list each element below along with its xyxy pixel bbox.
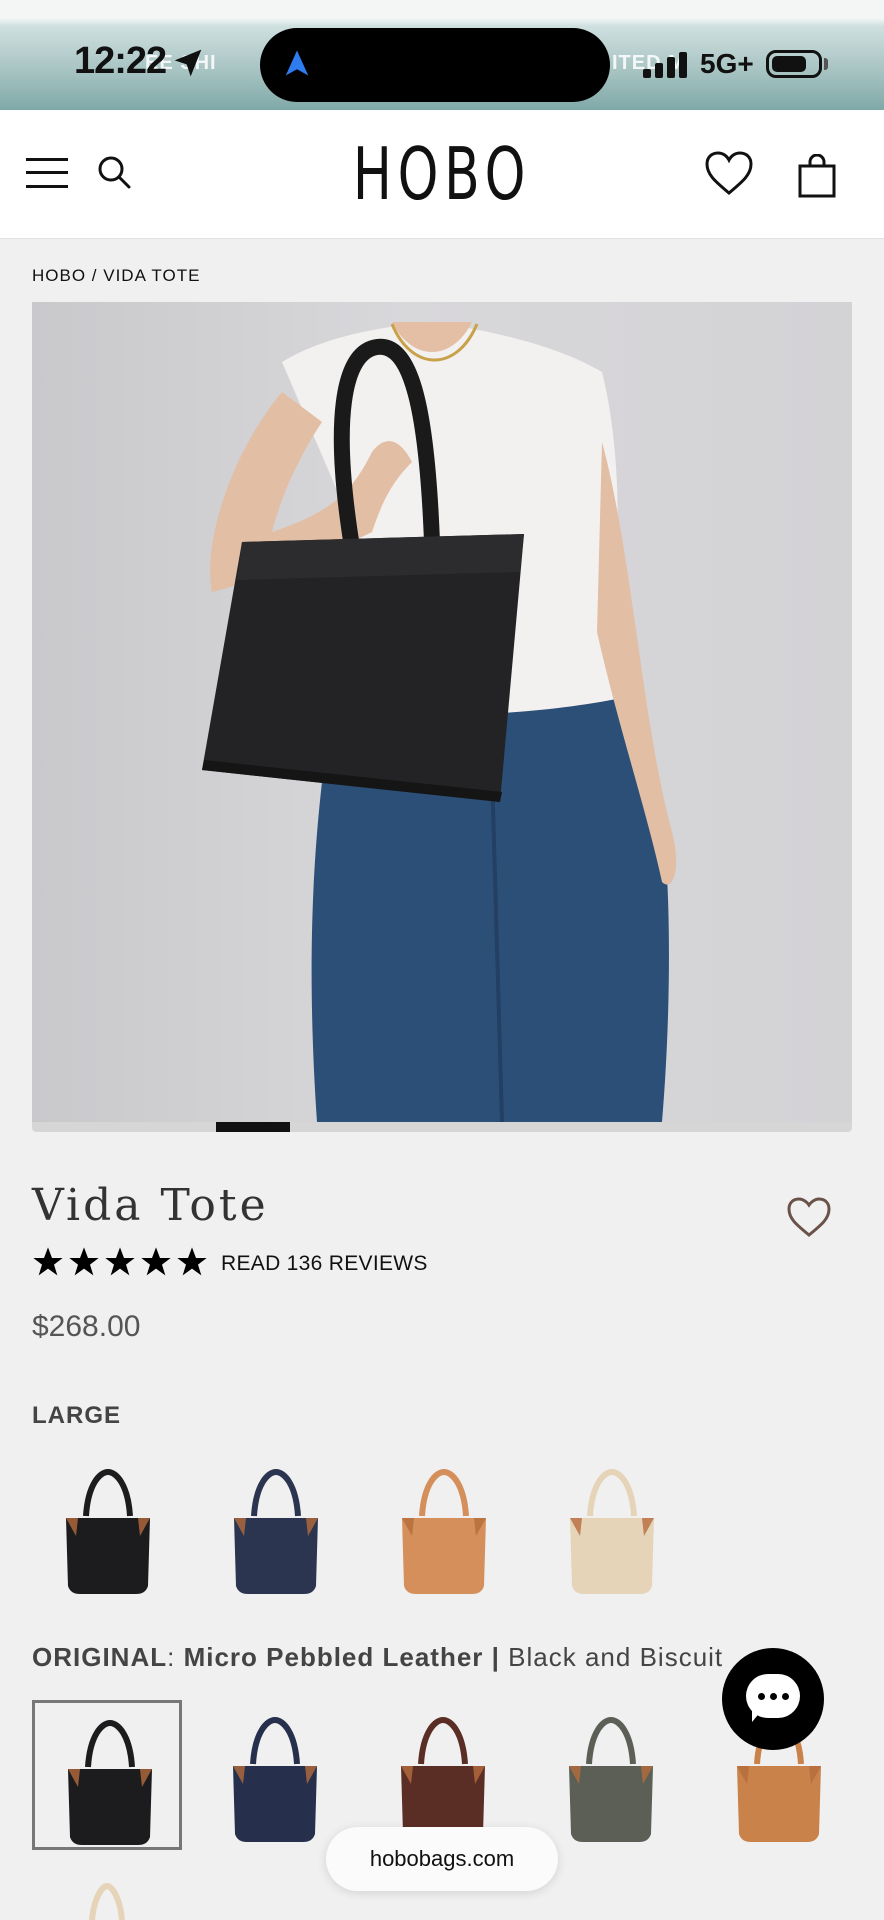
add-to-wishlist-heart-icon[interactable] xyxy=(786,1196,832,1238)
swatch-peek-cream[interactable] xyxy=(64,1882,150,1920)
battery-tip xyxy=(824,58,828,70)
product-title: Vida Tote xyxy=(32,1180,269,1231)
color-swatch-black[interactable] xyxy=(32,1700,182,1850)
material-separator: : xyxy=(167,1642,176,1672)
product-image[interactable] xyxy=(32,302,852,1122)
color-swatch-navy[interactable] xyxy=(200,1700,350,1850)
chat-button[interactable] xyxy=(722,1648,824,1750)
network-type: 5G+ xyxy=(700,48,754,79)
breadcrumb[interactable]: HOBO / VIDA TOTE xyxy=(32,266,200,286)
star-icon xyxy=(105,1247,135,1276)
star-icon xyxy=(141,1247,171,1276)
site-header: HOBO xyxy=(0,110,884,239)
color-swatch-olive[interactable] xyxy=(536,1700,686,1850)
rating-stars[interactable] xyxy=(32,1246,208,1280)
material-name: Micro Pebbled Leather xyxy=(183,1642,484,1672)
material-selection-label: ORIGINAL: Micro Pebbled Leather | Black … xyxy=(32,1642,852,1673)
browser-url-bar[interactable]: hobobags.com xyxy=(326,1827,558,1891)
star-icon xyxy=(69,1247,99,1276)
size-swatch-cream[interactable] xyxy=(552,1466,672,1596)
image-carousel-track[interactable] xyxy=(32,1122,852,1132)
star-icon xyxy=(33,1247,63,1276)
location-arrow-icon xyxy=(174,49,202,77)
navigation-arrow-icon xyxy=(285,50,309,76)
status-bar: EE SHI ITED M 12:22 5G+ xyxy=(0,0,884,110)
material-prefix: ORIGINAL xyxy=(32,1642,168,1672)
size-label: LARGE xyxy=(32,1402,121,1429)
size-swatch-navy[interactable] xyxy=(216,1466,336,1596)
star-icon xyxy=(177,1247,207,1276)
material-divider: | xyxy=(491,1642,500,1672)
material-color: Black and Biscuit xyxy=(508,1642,724,1672)
shopping-bag-icon[interactable] xyxy=(798,154,836,198)
image-carousel-indicator xyxy=(215,1122,290,1132)
cellular-signal-icon xyxy=(643,52,687,78)
size-swatch-biscuit[interactable] xyxy=(384,1466,504,1596)
menu-icon[interactable] xyxy=(26,158,68,188)
wishlist-heart-icon[interactable] xyxy=(704,150,754,196)
product-photo-model-with-tote xyxy=(202,322,677,1122)
dynamic-island xyxy=(260,28,610,102)
size-swatch-black[interactable] xyxy=(48,1466,168,1596)
battery-icon xyxy=(766,50,822,78)
read-reviews-link[interactable]: READ 136 REVIEWS xyxy=(221,1252,428,1276)
status-time: 12:22 xyxy=(74,40,167,82)
product-price: $268.00 xyxy=(32,1310,141,1343)
hobo-logo[interactable]: HOBO xyxy=(124,132,760,216)
